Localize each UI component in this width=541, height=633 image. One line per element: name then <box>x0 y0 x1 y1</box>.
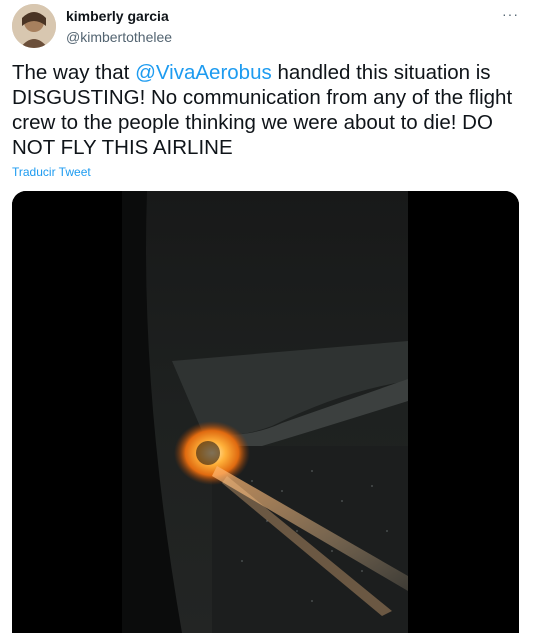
tweet-video[interactable] <box>12 191 519 633</box>
avatar[interactable] <box>12 4 56 48</box>
mention-link[interactable]: @VivaAerobus <box>135 61 272 84</box>
translate-tweet-link[interactable]: Traducir Tweet <box>12 165 91 179</box>
user-handle[interactable]: @kimbertothelee <box>66 28 172 46</box>
tweet-text-before: The way that <box>12 61 136 84</box>
more-options-button[interactable]: ··· <box>502 6 519 22</box>
display-name[interactable]: kimberly garcia <box>66 7 172 25</box>
user-names: kimberly garcia @kimbertothelee <box>66 7 172 46</box>
tweet-text: The way that @VivaAerobus handled this s… <box>12 60 527 160</box>
tweet-card: kimberly garcia @kimbertothelee ··· The … <box>0 0 541 633</box>
video-frame-image <box>122 191 408 633</box>
